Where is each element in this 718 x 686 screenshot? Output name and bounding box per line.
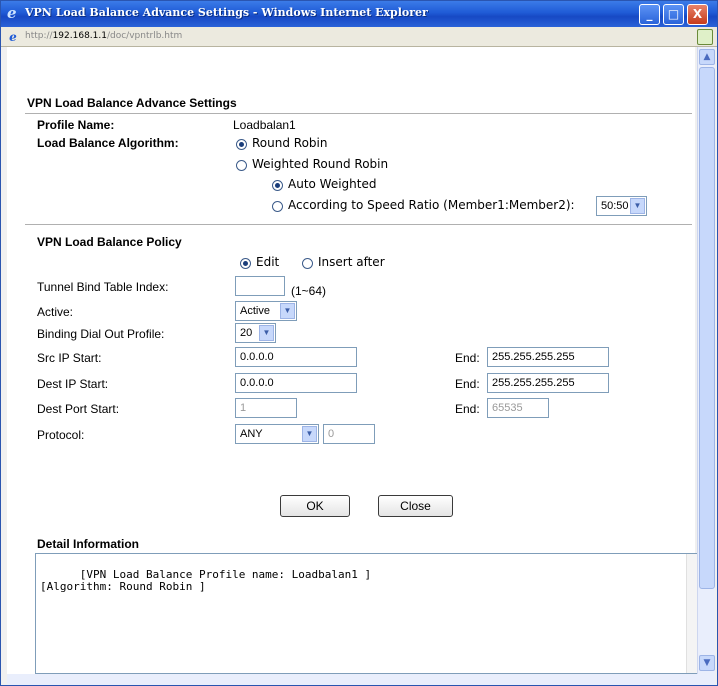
address-bar[interactable]: e http://192.168.1.1/doc/vpntrlb.htm (1, 27, 717, 47)
protocol-value: ANY (240, 428, 263, 440)
edit-label: Edit (256, 255, 280, 269)
compatibility-icon[interactable] (697, 29, 713, 45)
chevron-down-icon: ▼ (259, 325, 274, 341)
auto-weighted-label: Auto Weighted (288, 177, 377, 191)
dest-ip-end-label: End: (455, 377, 480, 391)
edit-radio[interactable] (240, 258, 251, 269)
page-icon: e (9, 30, 17, 44)
vertical-scrollbar[interactable]: ▲ ▼ (697, 47, 715, 674)
page-content: VPN Load Balance Advance Settings Profil… (7, 47, 703, 674)
browser-window: e VPN Load Balance Advance Settings - Wi… (0, 0, 718, 686)
minimize-button[interactable]: _ (639, 4, 660, 25)
dial-out-value: 20 (240, 327, 253, 339)
tunnel-index-range: (1~64) (291, 284, 327, 298)
scroll-down-icon[interactable]: ▼ (699, 655, 715, 671)
dest-port-end-label: End: (455, 402, 480, 416)
active-select[interactable]: Active ▼ (235, 301, 297, 321)
speed-ratio-radio[interactable] (272, 201, 283, 212)
detail-textarea[interactable]: [VPN Load Balance Profile name: Loadbala… (35, 553, 703, 674)
speed-ratio-label: According to Speed Ratio (Member1:Member… (288, 198, 575, 212)
dial-out-select[interactable]: 20 ▼ (235, 323, 276, 343)
speed-ratio-select[interactable]: 50:50 ▼ (596, 196, 647, 216)
dest-ip-label: Dest IP Start: (37, 377, 109, 391)
dest-port-start-input[interactable]: 1 (235, 398, 297, 418)
weighted-round-robin-label: Weighted Round Robin (252, 157, 389, 171)
weighted-round-robin-radio[interactable] (236, 160, 247, 171)
dest-ip-start-input[interactable]: 0.0.0.0 (235, 373, 357, 393)
chevron-down-icon: ▼ (302, 426, 317, 442)
scroll-up-icon[interactable]: ▲ (699, 49, 715, 65)
src-ip-end-label: End: (455, 351, 480, 365)
detail-text: [VPN Load Balance Profile name: Loadbala… (40, 568, 372, 593)
src-ip-start-input[interactable]: 0.0.0.0 (235, 347, 357, 367)
insert-after-label: Insert after (318, 255, 385, 269)
close-button[interactable]: Close (378, 495, 453, 517)
url-prefix: http:// (25, 31, 53, 41)
policy-title: VPN Load Balance Policy (37, 235, 182, 249)
src-ip-label: Src IP Start: (37, 351, 102, 365)
window-title: VPN Load Balance Advance Settings - Wind… (25, 6, 428, 19)
chevron-down-icon: ▼ (280, 303, 295, 319)
active-label: Active: (37, 305, 74, 319)
round-robin-label: Round Robin (252, 136, 328, 150)
tunnel-index-label: Tunnel Bind Table Index: (37, 280, 169, 294)
scrollbar-thumb[interactable] (699, 67, 715, 589)
close-window-button[interactable]: X (687, 4, 708, 25)
protocol-port-input[interactable]: 0 (323, 424, 375, 444)
address-url[interactable]: http://192.168.1.1/doc/vpntrlb.htm (25, 31, 182, 41)
title-divider (25, 113, 692, 114)
chevron-down-icon: ▼ (630, 198, 645, 214)
profile-name-label: Profile Name: (37, 118, 115, 132)
src-ip-end-input[interactable]: 255.255.255.255 (487, 347, 609, 367)
tunnel-index-input[interactable] (235, 276, 285, 296)
dial-out-label: Binding Dial Out Profile: (37, 327, 165, 341)
protocol-select[interactable]: ANY ▼ (235, 424, 319, 444)
ok-button[interactable]: OK (280, 495, 350, 517)
url-path: /doc/vpntrlb.htm (106, 31, 183, 41)
title-bar[interactable]: e VPN Load Balance Advance Settings - Wi… (1, 1, 717, 27)
dest-port-end-input[interactable]: 65535 (487, 398, 549, 418)
policy-divider (25, 224, 692, 225)
protocol-label: Protocol: (37, 428, 85, 442)
speed-ratio-value: 50:50 (601, 200, 629, 212)
ie-logo-icon: e (7, 4, 17, 22)
algorithm-label: Load Balance Algorithm: (37, 136, 179, 150)
profile-name-value: Loadbalan1 (233, 118, 296, 132)
maximize-button[interactable]: □ (663, 4, 684, 25)
dest-ip-end-input[interactable]: 255.255.255.255 (487, 373, 609, 393)
auto-weighted-radio[interactable] (272, 180, 283, 191)
url-host: 192.168.1.1 (52, 31, 107, 41)
horizontal-scrollbar[interactable] (7, 674, 715, 685)
detail-title: Detail Information (37, 537, 140, 551)
insert-after-radio[interactable] (302, 258, 313, 269)
round-robin-radio[interactable] (236, 139, 247, 150)
dest-port-label: Dest Port Start: (37, 402, 120, 416)
active-value: Active (240, 305, 270, 317)
page-title: VPN Load Balance Advance Settings (27, 96, 237, 110)
